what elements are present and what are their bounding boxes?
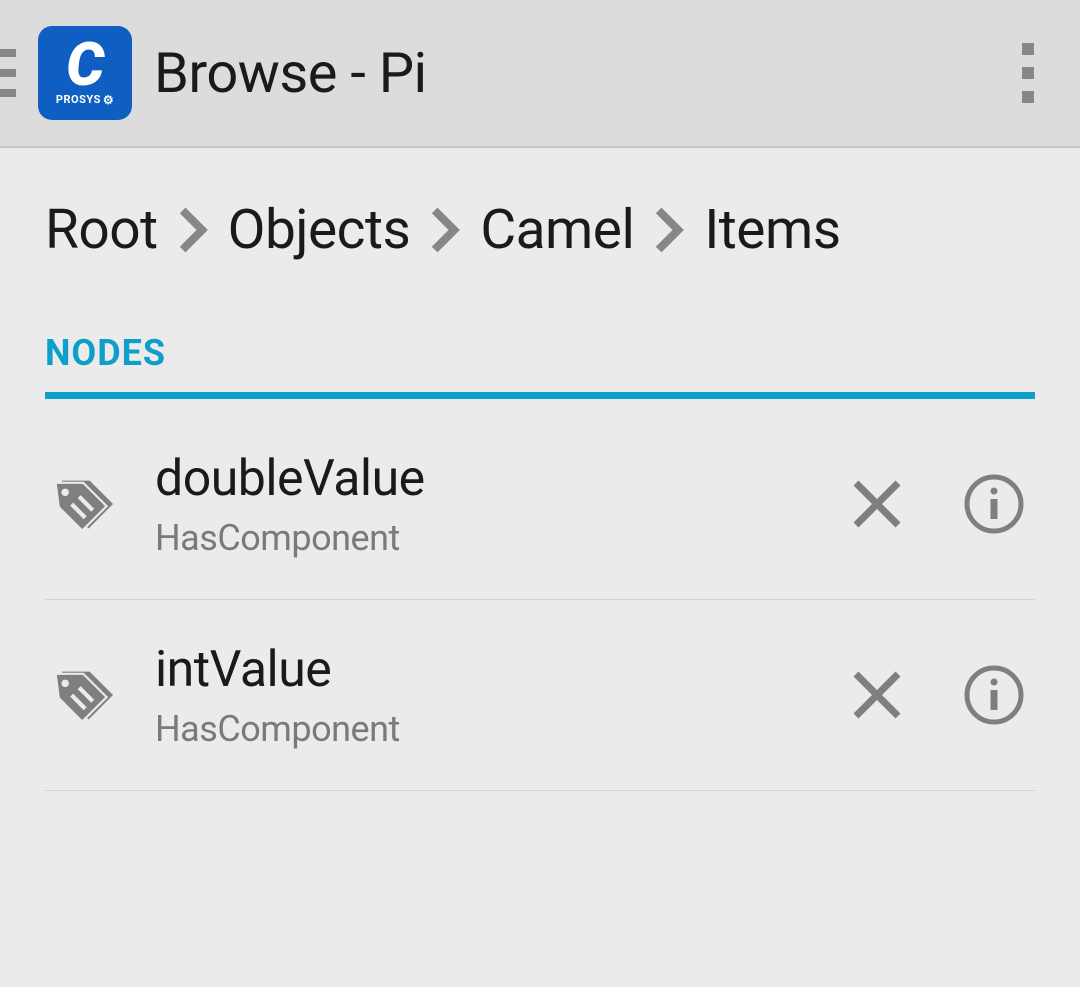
chevron-right-icon — [654, 207, 684, 253]
app-logo-letter: C — [66, 35, 104, 95]
section-divider — [45, 392, 1035, 399]
overflow-menu-icon[interactable] — [998, 38, 1058, 108]
breadcrumb-item-objects[interactable]: Objects — [228, 198, 411, 262]
page-title: Browse - Pi — [154, 40, 427, 106]
node-text: intValue HasComponent — [155, 640, 846, 750]
close-icon[interactable] — [846, 664, 908, 726]
node-subtype: HasComponent — [155, 517, 846, 559]
breadcrumb-item-camel[interactable]: Camel — [480, 198, 634, 262]
close-icon[interactable] — [846, 473, 908, 535]
list-item[interactable]: intValue HasComponent — [45, 600, 1035, 791]
node-actions — [846, 664, 1025, 726]
node-subtype: HasComponent — [155, 708, 846, 750]
gear-icon: ⚙ — [103, 93, 114, 107]
app-logo-label: PROSYS ⚙ — [56, 93, 114, 107]
node-text: doubleValue HasComponent — [155, 449, 846, 559]
hamburger-icon[interactable] — [0, 43, 24, 103]
breadcrumb: Root Objects Camel Items — [0, 148, 1080, 302]
section-title: NODES — [45, 332, 1035, 392]
tag-icon — [45, 470, 113, 538]
chevron-right-icon — [178, 207, 208, 253]
section-header: NODES — [45, 332, 1035, 399]
app-header: C PROSYS ⚙ Browse - Pi — [0, 0, 1080, 148]
breadcrumb-item-root[interactable]: Root — [45, 198, 158, 262]
info-icon[interactable] — [963, 473, 1025, 535]
node-name: intValue — [155, 640, 846, 700]
node-name: doubleValue — [155, 449, 846, 509]
list-item[interactable]: doubleValue HasComponent — [45, 399, 1035, 600]
node-actions — [846, 473, 1025, 535]
tag-icon — [45, 661, 113, 729]
breadcrumb-item-items[interactable]: Items — [704, 198, 840, 262]
info-icon[interactable] — [963, 664, 1025, 726]
chevron-right-icon — [430, 207, 460, 253]
node-list: doubleValue HasComponent — [45, 399, 1035, 791]
app-logo[interactable]: C PROSYS ⚙ — [38, 26, 132, 120]
